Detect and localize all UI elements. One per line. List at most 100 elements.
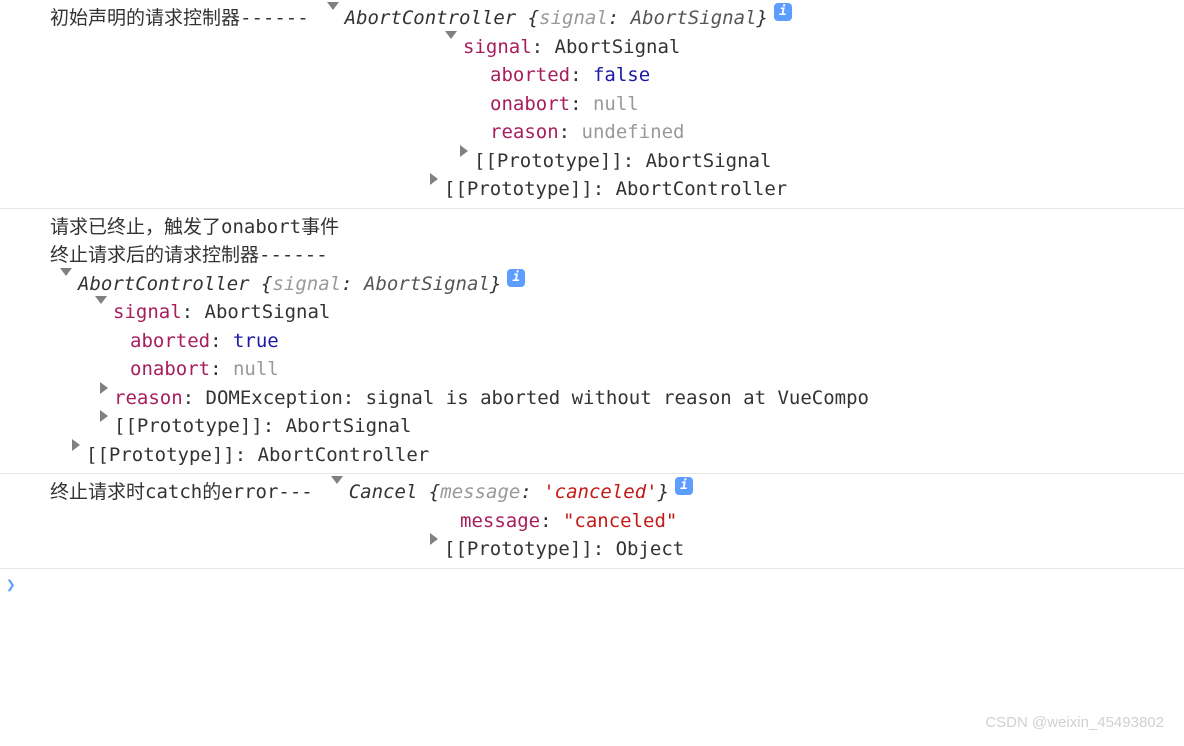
expand-toggle-icon[interactable] bbox=[100, 382, 108, 394]
property-row[interactable]: [[Prototype]] : AbortSignal bbox=[0, 147, 1184, 176]
expand-toggle-icon[interactable] bbox=[430, 173, 438, 185]
property-row: message : "canceled" bbox=[0, 507, 1184, 536]
colon: : bbox=[559, 118, 582, 147]
object-header-row[interactable]: AbortController { signal : AbortSignal }… bbox=[0, 270, 1184, 299]
property-key: [[Prototype]] bbox=[114, 412, 263, 441]
colon: : bbox=[210, 355, 233, 384]
colon: : bbox=[532, 33, 555, 62]
info-icon[interactable]: i bbox=[675, 477, 693, 495]
brace: } bbox=[490, 270, 501, 299]
log-entry-1: 初始声明的请求控制器------ AbortController { signa… bbox=[0, 0, 1184, 209]
property-row[interactable]: [[Prototype]] : AbortSignal bbox=[0, 412, 1184, 441]
colon: : bbox=[570, 61, 593, 90]
property-value: AbortSignal bbox=[646, 147, 772, 176]
summary-key: message bbox=[440, 478, 520, 507]
object-class-name: AbortController bbox=[78, 270, 250, 299]
property-key: signal bbox=[113, 298, 182, 327]
log-prefix-text: 终止请求时catch的error--- bbox=[50, 478, 313, 507]
colon: : bbox=[623, 147, 646, 176]
log-line: 终止请求后的请求控制器------ bbox=[0, 241, 1184, 270]
property-row: aborted : false bbox=[0, 61, 1184, 90]
expand-toggle-icon[interactable] bbox=[430, 533, 438, 545]
log-text: 终止请求后的请求控制器------ bbox=[50, 241, 328, 270]
property-value: true bbox=[233, 327, 279, 356]
property-value: AbortSignal bbox=[205, 298, 331, 327]
colon: : bbox=[608, 4, 631, 33]
colon: : bbox=[183, 384, 206, 413]
colon: : bbox=[540, 507, 563, 536]
colon: : bbox=[520, 478, 543, 507]
property-row: onabort : null bbox=[0, 90, 1184, 119]
property-row[interactable]: signal : AbortSignal bbox=[0, 33, 1184, 62]
colon: : bbox=[593, 535, 616, 564]
expand-toggle-icon[interactable] bbox=[460, 145, 468, 157]
property-value: AbortSignal bbox=[555, 33, 681, 62]
property-row: reason : undefined bbox=[0, 118, 1184, 147]
property-row[interactable]: [[Prototype]] : Object bbox=[0, 535, 1184, 564]
property-value: null bbox=[233, 355, 279, 384]
summary-value: AbortSignal bbox=[364, 270, 490, 299]
property-value: "canceled" bbox=[563, 507, 677, 536]
expand-toggle-icon[interactable] bbox=[60, 268, 72, 276]
object-class-name: AbortController bbox=[345, 4, 517, 33]
property-key: message bbox=[460, 507, 540, 536]
colon: : bbox=[235, 441, 258, 470]
summary-key: signal bbox=[272, 270, 341, 299]
log-entry-2: 请求已终止，触发了onabort事件 终止请求后的请求控制器------ Abo… bbox=[0, 209, 1184, 475]
brace: } bbox=[757, 4, 768, 33]
property-value: undefined bbox=[582, 118, 685, 147]
property-key: signal bbox=[463, 33, 532, 62]
summary-value: 'canceled' bbox=[543, 478, 657, 507]
property-key: [[Prototype]] bbox=[86, 441, 235, 470]
summary-key: signal bbox=[539, 4, 608, 33]
property-key: reason bbox=[114, 384, 183, 413]
expand-toggle-icon[interactable] bbox=[327, 2, 339, 10]
log-line[interactable]: 终止请求时catch的error--- Cancel { message : '… bbox=[0, 478, 1184, 507]
property-row[interactable]: reason : DOMException: signal is aborted… bbox=[0, 384, 1184, 413]
property-key: onabort bbox=[490, 90, 570, 119]
property-key: aborted bbox=[130, 327, 210, 356]
log-text: 请求已终止，触发了onabort事件 bbox=[50, 213, 339, 242]
colon: : bbox=[263, 412, 286, 441]
expand-toggle-icon[interactable] bbox=[95, 296, 107, 304]
property-key: aborted bbox=[490, 61, 570, 90]
brace: { bbox=[516, 4, 539, 33]
property-value: null bbox=[593, 90, 639, 119]
expand-toggle-icon[interactable] bbox=[331, 476, 343, 484]
colon: : bbox=[341, 270, 364, 299]
property-row[interactable]: signal : AbortSignal bbox=[0, 298, 1184, 327]
colon: : bbox=[593, 175, 616, 204]
brace: } bbox=[658, 478, 669, 507]
expand-toggle-icon[interactable] bbox=[445, 31, 457, 39]
object-class-name: Cancel bbox=[349, 478, 418, 507]
info-icon[interactable]: i bbox=[507, 269, 525, 287]
info-icon[interactable]: i bbox=[774, 3, 792, 21]
property-key: onabort bbox=[130, 355, 210, 384]
console-prompt[interactable]: ❯ bbox=[0, 569, 1184, 601]
property-value: AbortController bbox=[258, 441, 430, 470]
property-row: aborted : true bbox=[0, 327, 1184, 356]
colon: : bbox=[182, 298, 205, 327]
colon: : bbox=[210, 327, 233, 356]
property-value: AbortController bbox=[616, 175, 788, 204]
watermark-text: CSDN @weixin_45493802 bbox=[985, 712, 1164, 735]
property-value: false bbox=[593, 61, 650, 90]
prompt-chevron-icon: ❯ bbox=[6, 575, 16, 594]
property-key: reason bbox=[490, 118, 559, 147]
log-line: 请求已终止，触发了onabort事件 bbox=[0, 213, 1184, 242]
expand-toggle-icon[interactable] bbox=[100, 410, 108, 422]
property-value: AbortSignal bbox=[286, 412, 412, 441]
log-prefix-text: 初始声明的请求控制器------ bbox=[50, 4, 309, 33]
brace: { bbox=[250, 270, 273, 299]
property-row[interactable]: [[Prototype]] : AbortController bbox=[0, 175, 1184, 204]
property-value: DOMException: signal is aborted without … bbox=[206, 384, 869, 413]
colon: : bbox=[570, 90, 593, 119]
log-line[interactable]: 初始声明的请求控制器------ AbortController { signa… bbox=[0, 4, 1184, 33]
console-output: 初始声明的请求控制器------ AbortController { signa… bbox=[0, 0, 1184, 601]
summary-value: AbortSignal bbox=[631, 4, 757, 33]
property-row[interactable]: [[Prototype]] : AbortController bbox=[0, 441, 1184, 470]
property-key: [[Prototype]] bbox=[444, 175, 593, 204]
expand-toggle-icon[interactable] bbox=[72, 439, 80, 451]
log-entry-3: 终止请求时catch的error--- Cancel { message : '… bbox=[0, 474, 1184, 569]
property-key: [[Prototype]] bbox=[474, 147, 623, 176]
